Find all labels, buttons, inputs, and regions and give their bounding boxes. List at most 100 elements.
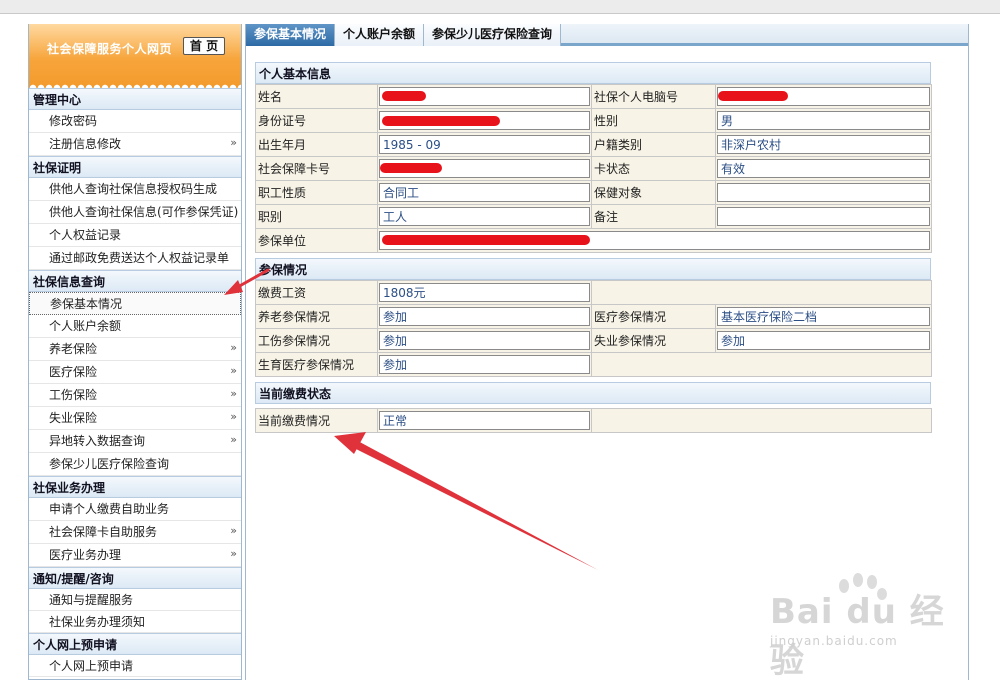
sidebar-item[interactable]: 工伤保险 » <box>29 384 241 407</box>
insurance-panel: 参保情况 缴费工资 1808元 养老参保情况 参加 医疗参保情况 基本医疗保险二… <box>255 258 932 377</box>
sidebar-section-title: 管理中心 <box>29 88 241 110</box>
sidebar-item[interactable]: 注册信息修改 » <box>29 133 241 156</box>
table-row: 生育医疗参保情况 参加 <box>255 352 932 377</box>
sidebar-item-label: 申请个人缴费自助业务 <box>49 502 170 516</box>
payment-panel: 当前缴费状态 当前缴费情况 正常 <box>255 382 932 433</box>
medical-field[interactable]: 基本医疗保险二档 <box>717 307 930 326</box>
pension-label: 养老参保情况 <box>255 304 378 329</box>
double-chevron-icon: » <box>230 524 237 537</box>
pc-no-field[interactable] <box>717 87 930 106</box>
sidebar-item-label: 参保基本情况 <box>50 297 123 311</box>
payment-status-field[interactable]: 正常 <box>379 411 590 430</box>
employer-field[interactable] <box>379 231 930 250</box>
sidebar-item[interactable]: 医疗业务办理 » <box>29 544 241 567</box>
double-chevron-icon: » <box>230 364 237 377</box>
browser-top-strip <box>0 0 1000 14</box>
sidebar-item[interactable]: 供他人查询社保信息授权码生成 <box>29 178 241 201</box>
unemployment-label: 失业参保情况 <box>591 328 716 353</box>
sidebar-menu: 管理中心 修改密码 注册信息修改 » 社保证明 供他人查询社保信息授权码生成 供他人查询社保… <box>29 88 241 677</box>
basic-info-table: 姓名 社保个人电脑号 身份证号 性别 男 出生年月 1985 - 09 户籍类别… <box>255 84 932 253</box>
sidebar-item-label: 供他人查询社保信息授权码生成 <box>49 182 218 196</box>
job-type-label: 职工性质 <box>255 180 378 205</box>
sidebar-item-label: 通过邮政免费送达个人权益记录单 <box>49 251 230 265</box>
birth-field[interactable]: 1985 - 09 <box>379 135 590 154</box>
table-row: 职别 工人 备注 <box>255 204 932 229</box>
redaction-mark <box>380 163 442 173</box>
employer-label: 参保单位 <box>255 228 378 253</box>
tab-basic-info[interactable]: 参保基本情况 <box>246 24 336 46</box>
id-field[interactable] <box>379 111 590 130</box>
sidebar-item[interactable]: 参保基本情况 <box>29 292 241 315</box>
sidebar-item[interactable]: 供他人查询社保信息(可作参保凭证) <box>29 201 241 224</box>
insurance-title: 参保情况 <box>255 258 931 280</box>
sidebar-item[interactable]: 社保业务办理须知 <box>29 611 241 633</box>
double-chevron-icon: » <box>230 341 237 354</box>
sidebar-item[interactable]: 参保少儿医疗保险查询 <box>29 453 241 476</box>
rank-field[interactable]: 工人 <box>379 207 590 226</box>
name-field[interactable] <box>379 87 590 106</box>
site-title: 社会保障服务个人网页 <box>47 42 173 56</box>
tab-account-balance[interactable]: 个人账户余额 <box>335 24 425 46</box>
sidebar-item[interactable]: 通知与提醒服务 <box>29 589 241 611</box>
card-field[interactable] <box>379 159 590 178</box>
sidebar-item-label: 个人账户余额 <box>49 319 122 333</box>
sidebar-item[interactable]: 医疗保险 » <box>29 361 241 384</box>
table-row: 参保单位 <box>255 228 932 253</box>
sidebar-item-label: 通知与提醒服务 <box>49 593 134 607</box>
sidebar-item-label: 注册信息修改 <box>49 137 122 151</box>
sidebar-item[interactable]: 养老保险 » <box>29 338 241 361</box>
sidebar-item-label: 失业保险 <box>49 411 98 425</box>
basic-info-title: 个人基本信息 <box>255 62 931 84</box>
health-obj-field[interactable] <box>717 183 930 202</box>
table-row: 养老参保情况 参加 医疗参保情况 基本医疗保险二档 <box>255 304 932 329</box>
pc-no-label: 社保个人电脑号 <box>591 84 716 109</box>
health-obj-label: 保健对象 <box>591 180 716 205</box>
injury-field[interactable]: 参加 <box>379 331 590 350</box>
tab-child-medical[interactable]: 参保少儿医疗保险查询 <box>424 24 562 46</box>
redaction-mark <box>382 235 590 245</box>
card-status-field[interactable]: 有效 <box>717 159 930 178</box>
sidebar-item[interactable]: 个人权益记录 <box>29 224 241 247</box>
sidebar-item[interactable]: 异地转入数据查询 » <box>29 430 241 453</box>
table-row: 社会保障卡号 卡状态 有效 <box>255 156 932 181</box>
redaction-mark <box>382 91 426 101</box>
payment-table: 当前缴费情况 正常 <box>255 408 932 433</box>
remark-field[interactable] <box>717 207 930 226</box>
sidebar-item-label: 供他人查询社保信息(可作参保凭证) <box>49 205 239 219</box>
unemployment-field[interactable]: 参加 <box>717 331 930 350</box>
id-label: 身份证号 <box>255 108 378 133</box>
remark-label: 备注 <box>591 204 716 229</box>
sidebar-item[interactable]: 个人网上预申请 <box>29 655 241 677</box>
sidebar-item[interactable]: 修改密码 <box>29 110 241 133</box>
job-type-field[interactable]: 合同工 <box>379 183 590 202</box>
double-chevron-icon: » <box>230 410 237 423</box>
wage-field[interactable]: 1808元 <box>379 283 590 302</box>
sidebar-section-title: 社保信息查询 <box>29 270 241 292</box>
home-button[interactable]: 首 页 <box>183 37 225 55</box>
table-row: 当前缴费情况 正常 <box>255 408 932 433</box>
sidebar-item[interactable]: 社会保障卡自助服务 » <box>29 521 241 544</box>
rank-label: 职别 <box>255 204 378 229</box>
sidebar-item-label: 工伤保险 <box>49 388 98 402</box>
redaction-mark <box>382 116 500 126</box>
sidebar-section-title: 通知/提醒/咨询 <box>29 567 241 589</box>
gender-field[interactable]: 男 <box>717 111 930 130</box>
watermark-url: jingyan.baidu.com <box>770 634 898 648</box>
sidebar-item[interactable]: 申请个人缴费自助业务 <box>29 498 241 521</box>
card-label: 社会保障卡号 <box>255 156 378 181</box>
sidebar-item[interactable]: 个人账户余额 <box>29 315 241 338</box>
sidebar-item[interactable]: 失业保险 » <box>29 407 241 430</box>
card-status-label: 卡状态 <box>591 156 716 181</box>
double-chevron-icon: » <box>230 387 237 400</box>
pension-field[interactable]: 参加 <box>379 307 590 326</box>
sidebar-section-title: 社保证明 <box>29 156 241 178</box>
table-row: 出生年月 1985 - 09 户籍类别 非深户农村 <box>255 132 932 157</box>
hukou-label: 户籍类别 <box>591 132 716 157</box>
maternity-field[interactable]: 参加 <box>379 355 590 374</box>
hukou-field[interactable]: 非深户农村 <box>717 135 930 154</box>
medical-label: 医疗参保情况 <box>591 304 716 329</box>
sidebar-item[interactable]: 通过邮政免费送达个人权益记录单 <box>29 247 241 270</box>
sidebar-item-label: 修改密码 <box>49 114 98 128</box>
sidebar-header: 社会保障服务个人网页 首 页 <box>29 24 241 88</box>
table-row: 职工性质 合同工 保健对象 <box>255 180 932 205</box>
